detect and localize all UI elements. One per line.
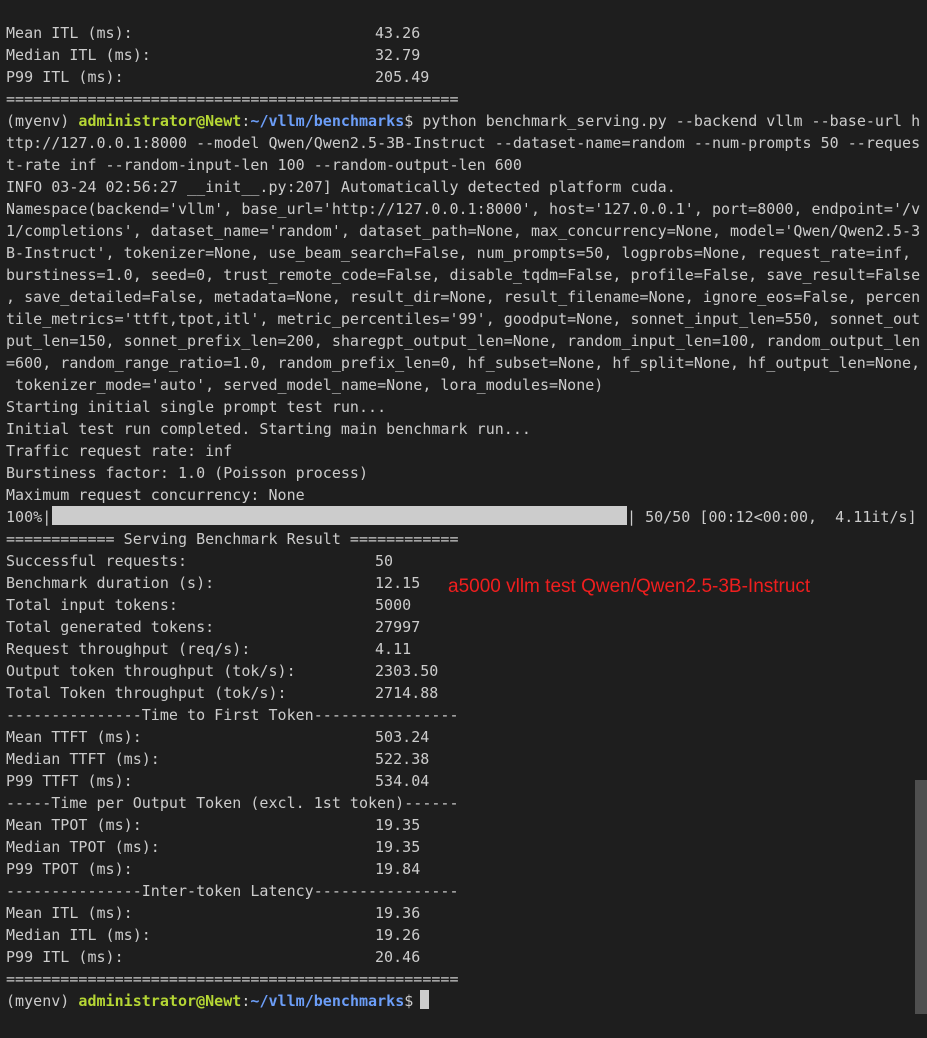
output-line: put_len=150, sonnet_prefix_len=200, shar…: [6, 332, 921, 350]
output-line: B-Instruct', tokenizer=None, use_beam_se…: [6, 244, 912, 262]
progress-percent: 100%|: [6, 508, 52, 526]
result-line: Total generated tokens: 27997: [6, 618, 421, 636]
annotation-text: a5000 vllm test Qwen/Qwen2.5-3B-Instruct: [448, 576, 811, 597]
result-line: Total Token throughput (tok/s): 2714.88: [6, 684, 439, 702]
progress-suffix: | 50/50 [00:12<00:00, 4.11it/s]: [627, 508, 917, 526]
result-line: Request throughput (req/s): 4.11: [6, 640, 412, 658]
prompt-path: ~/vllm/benchmarks: [250, 992, 405, 1010]
output-line: Starting initial single prompt test run.…: [6, 398, 387, 416]
stat-line: P99 ITL (ms): 205.49: [6, 68, 430, 86]
output-line: Namespace(backend='vllm', base_url='http…: [6, 200, 921, 218]
separator-line: ========================================…: [6, 90, 459, 108]
output-line: Initial test run completed. Starting mai…: [6, 420, 531, 438]
output-line: =600, random_range_ratio=1.0, random_pre…: [6, 354, 921, 372]
result-line: P99 ITL (ms): 20.46: [6, 948, 421, 966]
itl-header: ---------------Inter-token Latency------…: [6, 882, 459, 900]
command-line: ttp://127.0.0.1:8000 --model Qwen/Qwen2.…: [6, 134, 921, 152]
prompt-line[interactable]: (myenv) administrator@Newt:~/vllm/benchm…: [6, 990, 422, 1012]
result-line: P99 TPOT (ms): 19.84: [6, 860, 421, 878]
prompt-user: administrator@Newt: [78, 112, 242, 130]
output-line: tokenizer_mode='auto', served_model_name…: [6, 376, 604, 394]
result-line: Mean TPOT (ms): 19.35: [6, 816, 421, 834]
output-line: burstiness=1.0, seed=0, trust_remote_cod…: [6, 266, 921, 284]
command-line: t-rate inf --random-input-len 100 --rand…: [6, 156, 522, 174]
output-line: , save_detailed=False, metadata=None, re…: [6, 288, 921, 306]
result-line: Median ITL (ms): 19.26: [6, 926, 421, 944]
terminal-output[interactable]: Mean ITL (ms): 43.26 Median ITL (ms): 32.7…: [0, 0, 920, 1038]
output-line: tile_metrics='ttft,tpot,itl', metric_per…: [6, 310, 921, 328]
prompt-user: administrator@Newt: [78, 992, 242, 1010]
result-line: P99 TTFT (ms): 534.04: [6, 772, 430, 790]
progress-bar: [52, 506, 627, 525]
result-line: Successful requests: 50: [6, 552, 394, 570]
result-line: Median TPOT (ms): 19.35: [6, 838, 421, 856]
separator-line: ========================================…: [6, 970, 459, 988]
result-line: Mean TTFT (ms): 503.24: [6, 728, 430, 746]
output-line: Burstiness factor: 1.0 (Poisson process): [6, 464, 369, 482]
stat-line: Median ITL (ms): 32.79: [6, 46, 421, 64]
ttft-header: ---------------Time to First Token------…: [6, 706, 459, 724]
text-cursor: [420, 990, 429, 1009]
output-line: Traffic request rate: inf: [6, 442, 233, 460]
result-line: Mean ITL (ms): 19.36: [6, 904, 421, 922]
result-line: Total input tokens: 5000: [6, 596, 412, 614]
scrollbar-thumb[interactable]: [915, 780, 927, 1014]
output-line: 1/completions', dataset_name='random', d…: [6, 222, 921, 240]
tpot-header: -----Time per Output Token (excl. 1st to…: [6, 794, 459, 812]
result-line: Median TTFT (ms): 522.38: [6, 750, 430, 768]
command-line: (myenv) administrator@Newt:~/vllm/benchm…: [6, 112, 921, 130]
progress-bar-fill: [52, 506, 627, 525]
result-line: Output token throughput (tok/s): 2303.50: [6, 662, 439, 680]
output-line: Maximum request concurrency: None: [6, 486, 305, 504]
prompt-path: ~/vllm/benchmarks: [250, 112, 405, 130]
result-header: ============ Serving Benchmark Result ==…: [6, 530, 459, 548]
output-line: INFO 03-24 02:56:27 __init__.py:207] Aut…: [6, 178, 676, 196]
result-line: Benchmark duration (s): 12.15: [6, 574, 421, 592]
stat-line: Mean ITL (ms): 43.26: [6, 24, 421, 42]
